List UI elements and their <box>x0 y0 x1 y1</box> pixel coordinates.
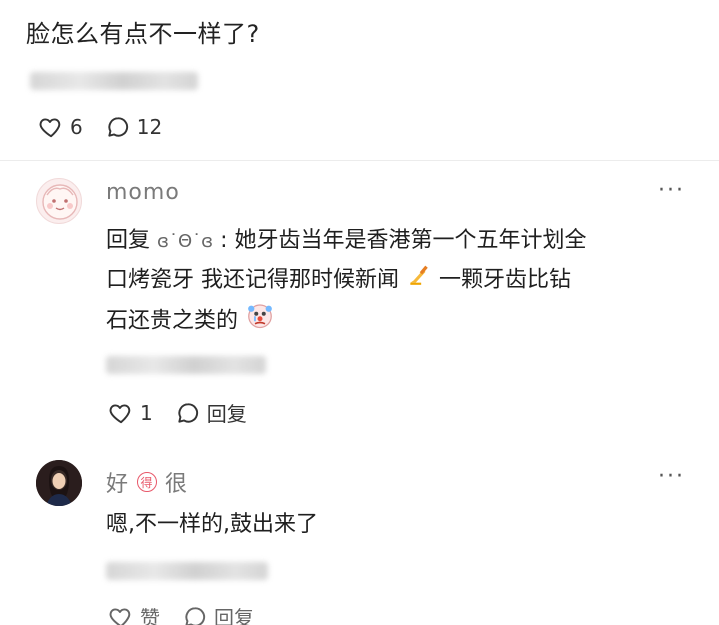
comment-meta-blurred <box>106 562 268 580</box>
post-meta-blurred <box>30 72 198 90</box>
post-like-count: 6 <box>70 115 83 139</box>
comment-body: 嗯,不一样的,鼓出来了 <box>106 512 318 537</box>
reply-colon: : <box>220 228 228 253</box>
heart-icon <box>39 118 61 138</box>
reply-to-user[interactable]: ɞ˙Θ˙ɞ <box>157 231 213 252</box>
avatar[interactable] <box>36 178 82 224</box>
comment-text-line1: 她牙齿当年是香港第一个五年计划全 <box>234 228 587 253</box>
heart-icon <box>109 403 131 423</box>
post-actions: 6 12 <box>38 114 184 140</box>
crying-clown-emoji-icon <box>245 300 275 343</box>
avatar[interactable] <box>36 460 82 506</box>
comment-reply-label: 回复 <box>214 606 254 625</box>
comment-line: 石还贵之类的 <box>106 300 696 343</box>
comment-bubble-icon <box>108 117 128 137</box>
comment-thread: 脸怎么有点不一样了? 6 12 momo ··· 回复 ɞ˙Θ˙ɞ : 她牙齿当… <box>0 0 719 625</box>
comment-reply-button[interactable]: 回复 <box>182 602 254 625</box>
heart-icon <box>109 607 131 625</box>
comment-bubble-icon <box>185 606 206 625</box>
comment-username[interactable]: 好 得 很 <box>106 466 188 498</box>
comment-line: 回复 ɞ˙Θ˙ɞ : 她牙齿当年是香港第一个五年计划全 <box>106 222 696 261</box>
comment-like-button[interactable]: 1 <box>108 400 153 426</box>
username-badge: 得 <box>137 472 158 492</box>
comment-text-line2a: 口烤瓷牙 我还记得那时候新闻 <box>106 267 399 293</box>
comment-like-label: 赞 <box>140 606 160 625</box>
comment-actions: 赞 回复 <box>108 602 276 625</box>
comment-actions: 1 回复 <box>108 398 269 427</box>
post-text: 脸怎么有点不一样了? <box>26 20 260 48</box>
post-comment-count: 12 <box>136 115 163 139</box>
comment-like-button[interactable]: 赞 <box>108 602 160 625</box>
comment-bubble-icon <box>178 402 198 423</box>
comment-like-count: 1 <box>140 400 153 425</box>
comment-line: 口烤瓷牙 我还记得那时候新闻 一颗牙齿比钻 <box>106 261 696 300</box>
comment-reply-label: 回复 <box>206 402 247 426</box>
username-part-a: 好 <box>106 472 130 497</box>
comment-meta-blurred <box>106 356 266 374</box>
reply-prefix: 回复 <box>106 228 151 253</box>
divider <box>0 160 719 161</box>
more-options-button[interactable]: ··· <box>658 464 685 489</box>
post-comment-button[interactable]: 12 <box>105 114 162 140</box>
post-like-button[interactable]: 6 <box>38 114 83 140</box>
cartoon-face-icon <box>42 184 78 220</box>
more-options-button[interactable]: ··· <box>658 178 685 203</box>
comment-body: 回复 ɞ˙Θ˙ɞ : 她牙齿当年是香港第一个五年计划全 口烤瓷牙 我还记得那时候… <box>106 222 696 343</box>
comment-text-line2b: 一颗牙齿比钻 <box>439 267 572 293</box>
comment-reply-button[interactable]: 回复 <box>175 398 247 427</box>
badge-char: 得 <box>140 475 154 490</box>
comment-text-line3: 石还贵之类的 <box>106 308 239 334</box>
user-photo-icon <box>36 460 82 506</box>
writing-hand-emoji-icon <box>406 261 432 300</box>
comment-username[interactable]: momo <box>106 180 180 205</box>
username-part-b: 很 <box>165 472 189 497</box>
